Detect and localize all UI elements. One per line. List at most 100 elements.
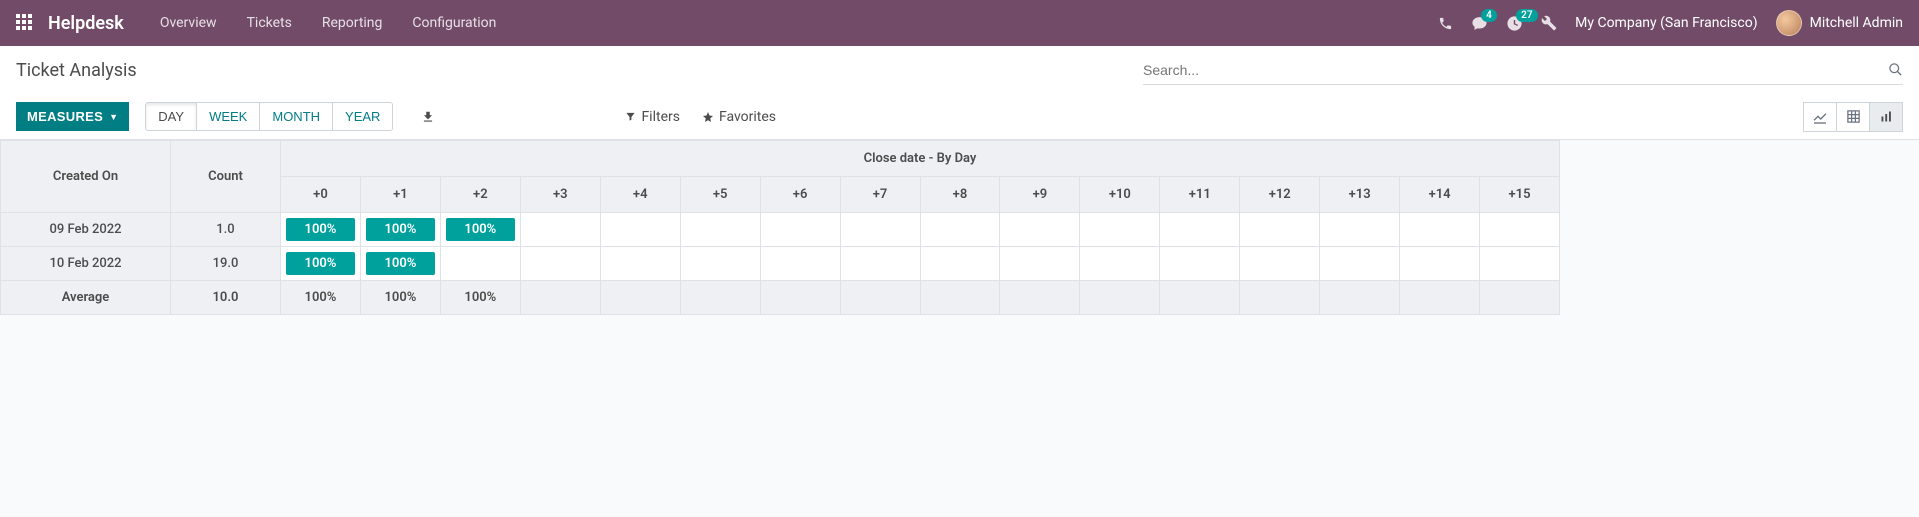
header-day-11[interactable]: +11 <box>1160 177 1240 213</box>
search-options: Filters Favorites <box>625 109 776 125</box>
scale-week[interactable]: WEEK <box>197 103 260 130</box>
cohort-pill: 100% <box>286 252 355 275</box>
main-menu: Overview Tickets Reporting Configuration <box>160 15 497 31</box>
header-day-4[interactable]: +4 <box>600 177 680 213</box>
search-input[interactable] <box>1143 62 1888 78</box>
download-icon[interactable] <box>421 110 435 124</box>
cell-day-15 <box>1480 213 1560 247</box>
control-panel-bottom: MEASURES ▼ DAY WEEK MONTH YEAR Filters F… <box>0 94 1919 140</box>
cell-day-1[interactable]: 100% <box>360 213 440 247</box>
top-nav: Helpdesk Overview Tickets Reporting Conf… <box>0 0 1919 46</box>
header-day-1[interactable]: +1 <box>360 177 440 213</box>
apps-icon[interactable] <box>16 14 34 32</box>
cohort-pill: 100% <box>446 218 515 241</box>
cell-average-day-8 <box>920 281 1000 315</box>
header-count[interactable]: Count <box>171 141 281 213</box>
cohort-avg-value: 100% <box>384 284 416 311</box>
user-menu[interactable]: Mitchell Admin <box>1776 10 1903 36</box>
cell-created-on[interactable]: 10 Feb 2022 <box>1 247 171 281</box>
cell-average-day-5 <box>680 281 760 315</box>
scale-year[interactable]: YEAR <box>333 103 392 130</box>
view-pivot-button[interactable] <box>1836 102 1870 132</box>
cohort-avg-value: 100% <box>464 284 496 311</box>
cell-day-8 <box>920 247 1000 281</box>
activities-icon[interactable]: 27 <box>1506 15 1523 32</box>
cell-average-label: Average <box>1 281 171 315</box>
menu-configuration[interactable]: Configuration <box>412 15 496 31</box>
menu-overview[interactable]: Overview <box>160 15 217 31</box>
view-switcher <box>1804 102 1903 132</box>
header-created-on[interactable]: Created On <box>1 141 171 213</box>
cell-average-day-7 <box>840 281 920 315</box>
menu-reporting[interactable]: Reporting <box>322 15 383 31</box>
cell-day-9 <box>1000 247 1080 281</box>
header-day-6[interactable]: +6 <box>760 177 840 213</box>
header-day-7[interactable]: +7 <box>840 177 920 213</box>
cell-average-count: 10.0 <box>171 281 281 315</box>
cell-day-13 <box>1320 213 1400 247</box>
header-day-14[interactable]: +14 <box>1400 177 1480 213</box>
cell-day-11 <box>1160 247 1240 281</box>
cell-count[interactable]: 19.0 <box>171 247 281 281</box>
table-row-average: Average10.0100%100%100% <box>1 281 1560 315</box>
cell-day-8 <box>920 213 1000 247</box>
header-day-15[interactable]: +15 <box>1480 177 1560 213</box>
header-day-5[interactable]: +5 <box>680 177 760 213</box>
star-icon <box>702 111 714 123</box>
cell-day-5 <box>680 213 760 247</box>
header-day-12[interactable]: +12 <box>1240 177 1320 213</box>
header-day-13[interactable]: +13 <box>1320 177 1400 213</box>
cell-day-3 <box>520 247 600 281</box>
debug-icon[interactable] <box>1541 15 1557 31</box>
view-cohort-button[interactable] <box>1869 102 1903 132</box>
header-day-0[interactable]: +0 <box>281 177 361 213</box>
funnel-icon <box>625 111 636 122</box>
app-brand[interactable]: Helpdesk <box>48 13 124 34</box>
measures-label: MEASURES <box>27 109 103 124</box>
cell-count[interactable]: 1.0 <box>171 213 281 247</box>
cell-average-day-9 <box>1000 281 1080 315</box>
cell-day-0[interactable]: 100% <box>281 213 361 247</box>
favorites-menu[interactable]: Favorites <box>702 109 776 125</box>
cell-day-1[interactable]: 100% <box>360 247 440 281</box>
messages-badge: 4 <box>1481 9 1497 22</box>
measures-button[interactable]: MEASURES ▼ <box>16 102 129 131</box>
scale-buttons: DAY WEEK MONTH YEAR <box>145 102 393 131</box>
header-day-10[interactable]: +10 <box>1080 177 1160 213</box>
cohort-table: Created On Count Close date - By Day +0+… <box>0 140 1560 315</box>
caret-down-icon: ▼ <box>109 112 118 122</box>
avatar <box>1776 10 1802 36</box>
header-day-3[interactable]: +3 <box>520 177 600 213</box>
cell-day-0[interactable]: 100% <box>281 247 361 281</box>
cell-average-day-4 <box>600 281 680 315</box>
cell-day-4 <box>600 213 680 247</box>
header-day-2[interactable]: +2 <box>440 177 520 213</box>
view-graph-button[interactable] <box>1803 102 1837 132</box>
header-day-9[interactable]: +9 <box>1000 177 1080 213</box>
cell-day-11 <box>1160 213 1240 247</box>
cell-day-7 <box>840 247 920 281</box>
activities-badge: 27 <box>1516 9 1537 22</box>
search-icon[interactable] <box>1888 62 1903 77</box>
cell-day-4 <box>600 247 680 281</box>
scale-month[interactable]: MONTH <box>260 103 333 130</box>
cell-day-2[interactable]: 100% <box>440 213 520 247</box>
cell-average-day-15 <box>1480 281 1560 315</box>
menu-tickets[interactable]: Tickets <box>247 15 292 31</box>
company-name: My Company (San Francisco) <box>1575 15 1757 31</box>
cohort-pill: 100% <box>286 218 355 241</box>
company-switcher[interactable]: My Company (San Francisco) <box>1575 15 1757 31</box>
search-box[interactable] <box>1143 55 1903 85</box>
cell-day-7 <box>840 213 920 247</box>
page-title: Ticket Analysis <box>16 60 137 81</box>
cell-day-6 <box>760 213 840 247</box>
scale-day[interactable]: DAY <box>146 103 197 130</box>
cell-average-day-13 <box>1320 281 1400 315</box>
phone-icon[interactable] <box>1438 16 1453 31</box>
filters-menu[interactable]: Filters <box>625 109 680 125</box>
cell-day-14 <box>1400 247 1480 281</box>
messages-icon[interactable]: 4 <box>1471 15 1488 32</box>
header-day-8[interactable]: +8 <box>920 177 1000 213</box>
cell-average-day-6 <box>760 281 840 315</box>
cell-created-on[interactable]: 09 Feb 2022 <box>1 213 171 247</box>
